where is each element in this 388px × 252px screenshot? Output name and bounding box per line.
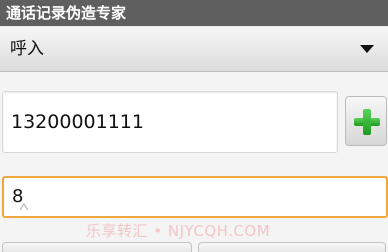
count-input[interactable]: 8 <box>2 176 388 218</box>
call-type-spinner[interactable]: 呼入 <box>0 26 388 72</box>
add-contact-button[interactable] <box>345 96 387 146</box>
call-type-selected-value: 呼入 <box>10 39 44 59</box>
bottom-left-button[interactable] <box>2 242 192 252</box>
text-cursor-handle-icon <box>19 202 29 211</box>
bottom-right-button[interactable] <box>198 242 386 252</box>
app-screen: 通话记录伪造专家 呼入 13200001111 8 乐享转汇 • NJYCQH.… <box>0 0 388 252</box>
title-bar: 通话记录伪造专家 <box>0 0 388 26</box>
app-title: 通话记录伪造专家 <box>6 4 127 22</box>
phone-number-input[interactable]: 13200001111 <box>2 91 338 153</box>
triangle-down-icon <box>360 45 374 53</box>
watermark-text: 乐享转汇 • NJYCQH.COM <box>86 222 271 240</box>
plus-icon <box>354 109 380 135</box>
